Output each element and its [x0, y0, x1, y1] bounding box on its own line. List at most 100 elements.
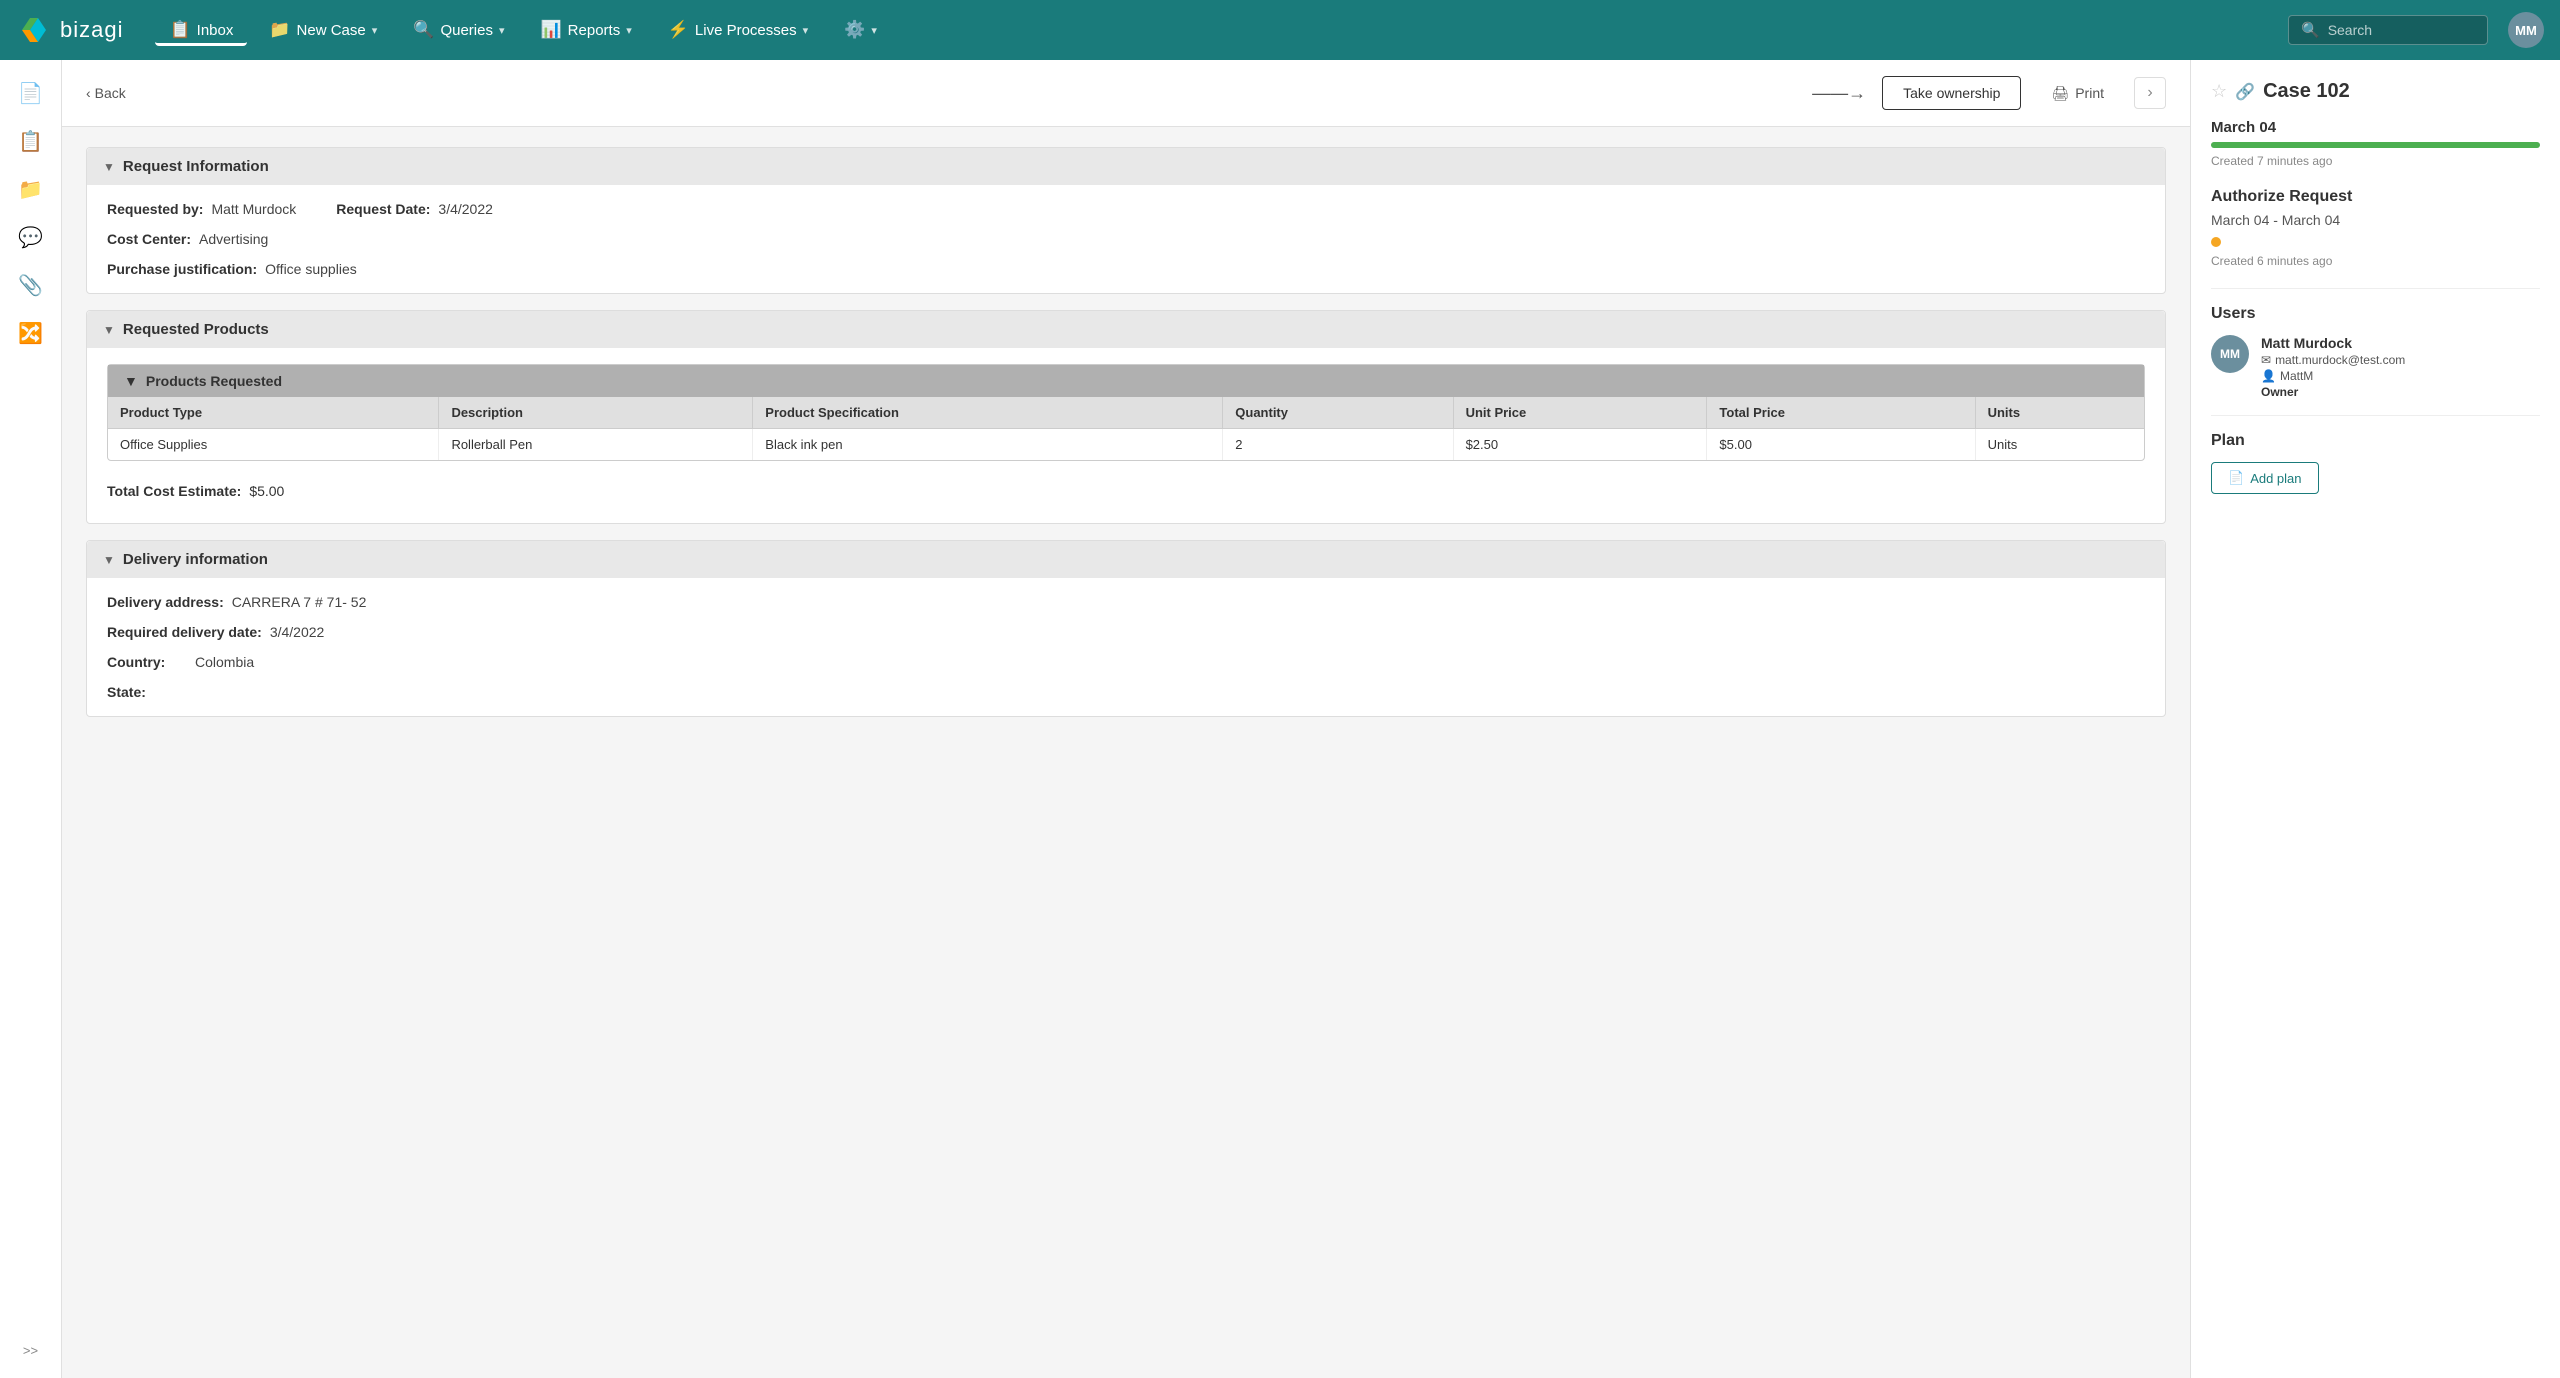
user-avatar[interactable]: MM [2508, 12, 2544, 48]
plan-section-title: Plan [2211, 432, 2540, 450]
back-button[interactable]: ‹ Back [86, 85, 126, 101]
new-case-arrow-icon: ▾ [372, 24, 378, 37]
add-plan-button[interactable]: 📄 Add plan [2211, 462, 2319, 494]
take-ownership-button[interactable]: Take ownership [1882, 76, 2021, 110]
add-plan-label: Add plan [2250, 471, 2301, 486]
request-date-field: Request Date: 3/4/2022 [336, 201, 493, 217]
logo[interactable]: bizagi [16, 12, 123, 48]
reports-label: Reports [568, 22, 621, 39]
user-icon: 👤 [2261, 369, 2276, 383]
request-date-value: 3/4/2022 [438, 201, 493, 217]
requested-by-label: Requested by: [107, 201, 203, 217]
requested-products-section: ▼ Requested Products ▼ Products Requeste… [86, 310, 2166, 524]
cell-specification: Black ink pen [753, 429, 1223, 461]
total-cost-label: Total Cost Estimate: [107, 483, 241, 499]
request-information-title: Request Information [123, 158, 269, 175]
case-title: Case 102 [2263, 80, 2350, 103]
country-value: Colombia [195, 654, 254, 670]
nav-item-reports[interactable]: 📊 Reports ▾ [527, 14, 646, 46]
user-username: 👤 MattM [2261, 369, 2405, 383]
required-delivery-date-label: Required delivery date: [107, 624, 262, 640]
back-chevron-icon: ‹ [86, 85, 91, 101]
user-role: Owner [2261, 385, 2405, 399]
purchase-justification-field: Purchase justification: Office supplies [107, 261, 357, 277]
request-information-section: ▼ Request Information Requested by: Matt… [86, 147, 2166, 294]
delivery-row-4: State: [107, 684, 2145, 700]
next-chevron-button[interactable]: › [2134, 77, 2166, 109]
sidebar-icon-attachment[interactable]: 📎 [10, 264, 52, 306]
required-delivery-date-value: 3/4/2022 [270, 624, 325, 640]
nav-item-inbox[interactable]: 📋 Inbox [155, 14, 247, 46]
nav-item-settings[interactable]: ⚙️ ▾ [830, 14, 891, 46]
requested-products-header[interactable]: ▼ Requested Products [87, 311, 2165, 348]
sidebar-expand-button[interactable]: >> [15, 1335, 46, 1366]
col-description: Description [439, 397, 753, 429]
products-requested-header[interactable]: ▼ Products Requested [108, 365, 2144, 397]
status-dot-icon [2211, 237, 2221, 247]
content-area: ‹ Back ——→ Take ownership 🖨 Print › ▼ Re… [62, 60, 2190, 1378]
sidebar-icon-document2[interactable]: 📋 [10, 120, 52, 162]
cost-center-label: Cost Center: [107, 231, 191, 247]
new-case-icon: 📁 [269, 20, 290, 40]
search-input[interactable] [2328, 22, 2468, 38]
toolbar: ‹ Back ——→ Take ownership 🖨 Print › [62, 60, 2190, 127]
delivery-information-body: Delivery address: CARRERA 7 # 71- 52 Req… [87, 578, 2165, 716]
col-product-specification: Product Specification [753, 397, 1223, 429]
reports-icon: 📊 [541, 20, 562, 40]
nav-item-live-processes[interactable]: ⚡ Live Processes ▾ [654, 14, 822, 46]
request-info-chevron-icon: ▼ [103, 160, 115, 174]
requested-products-title: Requested Products [123, 321, 269, 338]
share-icon[interactable]: 🔗 [2235, 82, 2255, 102]
print-button[interactable]: 🖨 Print [2037, 77, 2118, 110]
bizagi-logo-icon [16, 12, 52, 48]
sidebar-icon-document1[interactable]: 📄 [10, 72, 52, 114]
requested-by-value: Matt Murdock [211, 201, 296, 217]
col-product-type: Product Type [108, 397, 439, 429]
search-box[interactable]: 🔍 [2288, 15, 2488, 45]
delivery-row-2: Required delivery date: 3/4/2022 [107, 624, 2145, 640]
nav-item-queries[interactable]: 🔍 Queries ▾ [399, 14, 518, 46]
timeline-date: March 04 [2211, 119, 2540, 136]
country-label: Country: [107, 654, 187, 670]
total-cost-row: Total Cost Estimate: $5.00 [107, 475, 2145, 507]
queries-label: Queries [440, 22, 493, 39]
cell-unit-price: $2.50 [1453, 429, 1707, 461]
email-icon: ✉ [2261, 353, 2271, 367]
left-sidebar: 📄 📋 📁 💬 📎 🔀 >> [0, 60, 62, 1378]
delivery-row-1: Delivery address: CARRERA 7 # 71- 52 [107, 594, 2145, 610]
products-requested-title: Products Requested [146, 373, 282, 389]
queries-arrow-icon: ▾ [499, 24, 505, 37]
settings-icon: ⚙️ [844, 20, 865, 40]
delivery-address-value: CARRERA 7 # 71- 52 [232, 594, 367, 610]
requested-products-body: ▼ Products Requested Product Type Descri… [87, 348, 2165, 523]
delivery-info-chevron-icon: ▼ [103, 553, 115, 567]
request-information-body: Requested by: Matt Murdock Request Date:… [87, 185, 2165, 293]
cell-units: Units [1975, 429, 2144, 461]
request-information-header[interactable]: ▼ Request Information [87, 148, 2165, 185]
delivery-information-header[interactable]: ▼ Delivery information [87, 541, 2165, 578]
state-label: State: [107, 684, 187, 700]
delivery-address-field: Delivery address: CARRERA 7 # 71- 52 [107, 594, 366, 610]
inbox-label: Inbox [197, 22, 234, 39]
live-processes-arrow-icon: ▾ [803, 24, 809, 37]
progress-bar-fill [2211, 142, 2540, 148]
user-email-text: matt.murdock@test.com [2275, 353, 2405, 367]
user-avatar-initials: MM [2220, 347, 2240, 361]
sidebar-icon-network[interactable]: 🔀 [10, 312, 52, 354]
live-processes-icon: ⚡ [668, 20, 689, 40]
print-label: Print [2075, 85, 2104, 101]
print-icon: 🖨 [2051, 85, 2069, 102]
nav-item-new-case[interactable]: 📁 New Case ▾ [255, 14, 391, 46]
case-header: ☆ 🔗 Case 102 [2211, 80, 2540, 103]
cost-center-value: Advertising [199, 231, 268, 247]
settings-arrow-icon: ▾ [871, 24, 877, 37]
top-navigation: bizagi 📋 Inbox 📁 New Case ▾ 🔍 Queries ▾ … [0, 0, 2560, 60]
arrow-decoration: ——→ [1812, 83, 1866, 104]
products-table: Product Type Description Product Specifi… [108, 397, 2144, 460]
star-icon[interactable]: ☆ [2211, 81, 2227, 102]
sidebar-icon-folder[interactable]: 📁 [10, 168, 52, 210]
user-username-text: MattM [2280, 369, 2313, 383]
cost-center-field: Cost Center: Advertising [107, 231, 268, 247]
delivery-row-3: Country: Colombia [107, 654, 2145, 670]
sidebar-icon-chat[interactable]: 💬 [10, 216, 52, 258]
